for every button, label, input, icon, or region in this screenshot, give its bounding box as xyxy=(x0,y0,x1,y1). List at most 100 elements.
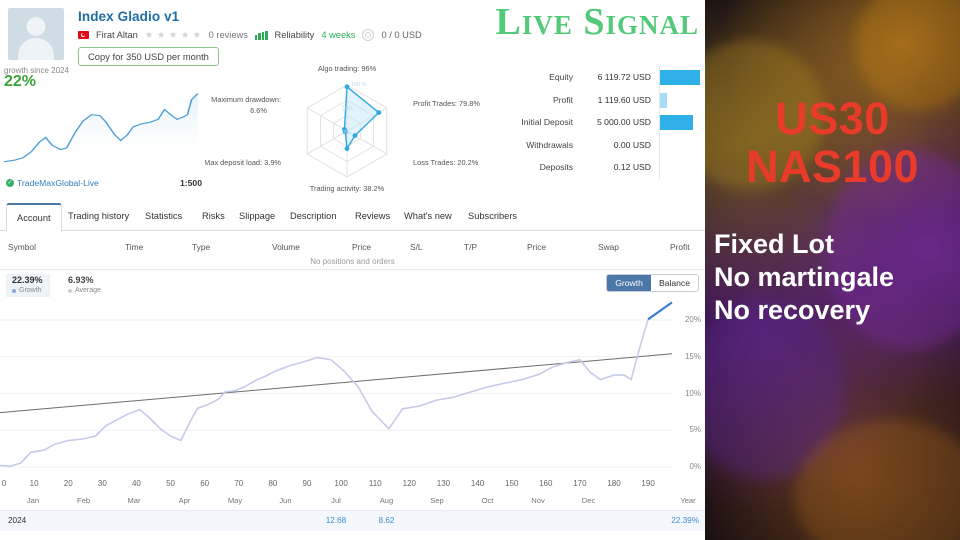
growth-legend: 22.39% Growth 6.93% Average Growth Balan… xyxy=(0,270,705,298)
y-axis-label: 20% xyxy=(684,315,701,325)
rating-stars: ★ ★ ★ ★ ★ xyxy=(144,29,202,41)
chart-month-axis: Jan Feb Mar Apr May Jun Jul Aug Sep Oct Nov Dec Year xyxy=(0,496,705,510)
y-axis-label: 5% xyxy=(689,425,701,435)
radar-chart-widget: 100 % 50% 0% Algo trading: 96% Profit Tr… xyxy=(205,62,490,197)
tab-what-s-new[interactable]: What's new xyxy=(394,204,462,229)
month-label: Feb xyxy=(76,496,91,505)
y-axis-label: 15% xyxy=(684,351,701,361)
x-axis-tick: 140 xyxy=(470,479,485,488)
stat-bar-track xyxy=(659,156,700,179)
reviews-count[interactable]: 0 reviews xyxy=(209,30,248,40)
legend-growth-label: Growth xyxy=(12,286,43,295)
toggle-growth-button[interactable]: Growth xyxy=(607,275,651,291)
column-header[interactable]: Price xyxy=(352,242,371,252)
screenshot-root: Index Gladio v1 Firat Altan ★ ★ ★ ★ ★ 0 … xyxy=(0,0,960,540)
stat-bar-track xyxy=(659,111,700,134)
promo-line-fixed-lot: Fixed Lot xyxy=(714,229,834,259)
column-header[interactable]: Time xyxy=(125,242,143,252)
x-axis-tick: 150 xyxy=(504,479,519,488)
reliability-label: Reliability xyxy=(274,30,315,40)
sparkline-chart xyxy=(4,93,199,164)
tab-account[interactable]: Account xyxy=(6,203,62,233)
stat-bar xyxy=(660,115,693,130)
leverage-label: 1:500 xyxy=(180,178,202,188)
column-header[interactable]: T/P xyxy=(464,242,477,252)
tab-bar: Account Trading history Statistics Risks Sli… xyxy=(0,200,705,233)
stat-row: Deposits 0.12 USD xyxy=(495,156,700,179)
broker-name: ✓ TradeMaxGlobal-Live xyxy=(6,178,99,188)
x-axis-tick: 50 xyxy=(166,479,175,488)
verified-icon: ✓ xyxy=(6,179,14,187)
column-header[interactable]: Type xyxy=(192,242,210,252)
chart-mode-toggle: Growth Balance xyxy=(606,274,699,292)
stat-row: Equity 6 119.72 USD xyxy=(495,66,700,89)
stat-name: Equity xyxy=(549,72,573,83)
x-axis-tick: 160 xyxy=(539,479,553,488)
x-axis-tick: 190 xyxy=(641,479,655,488)
y-axis-label: 0% xyxy=(689,461,701,471)
funds-label: 0 / 0 USD xyxy=(381,30,422,40)
radar-label-max-drawdown: Maximum drawdown: xyxy=(211,95,281,104)
growth-sparkline-widget: growth since 2024 22% ✓ TradeMaxGlobal-L… xyxy=(4,66,202,190)
monthly-returns-row: 2024 22.39% 12.68 8.62 xyxy=(0,510,705,531)
legend-growth[interactable]: 22.39% Growth xyxy=(6,274,50,297)
stat-value: 1 119.60 USD xyxy=(597,94,651,105)
stat-name: Withdrawals xyxy=(526,139,573,150)
stat-bar-track xyxy=(659,88,700,111)
column-header[interactable]: Profit xyxy=(670,242,690,252)
month-label: Nov xyxy=(531,496,545,505)
account-stats-table: Equity 6 119.72 USD Profit 1 119.60 USD Init… xyxy=(495,66,700,190)
monthly-return: 12.68 xyxy=(325,516,347,525)
column-header[interactable]: Volume xyxy=(272,242,300,252)
tab-reviews[interactable]: Reviews xyxy=(345,204,400,229)
x-axis-tick: 110 xyxy=(368,479,382,488)
x-axis-tick: 70 xyxy=(234,479,244,488)
month-label: Apr xyxy=(178,496,191,505)
signal-title: Index Gladio v1 xyxy=(78,9,180,24)
stat-value: 5 000.00 USD xyxy=(597,117,651,128)
weeks-label: 4 weeks xyxy=(321,30,356,40)
month-label: Dec xyxy=(581,496,596,505)
reliability-bars-icon xyxy=(254,30,268,40)
x-axis-tick: 170 xyxy=(573,479,587,488)
chart-x-axis: 0 10 20 30 40 50 60 70 80 90 100 110 120 130 140 150 160… xyxy=(0,478,705,496)
radar-label-algo-trading: Algo trading: 96% xyxy=(318,64,377,73)
x-axis-tick: 60 xyxy=(200,479,210,488)
orders-empty-text: No positions and orders xyxy=(310,257,395,266)
month-label: Year xyxy=(680,496,696,505)
broker-label: TradeMaxGlobal-Live xyxy=(17,178,99,188)
tab-subscribers[interactable]: Subscribers xyxy=(458,204,527,229)
tab-statistics[interactable]: Statistics xyxy=(135,204,192,229)
stat-bar-track xyxy=(659,66,700,89)
x-axis-tick: 120 xyxy=(402,479,417,488)
legend-growth-value: 22.39% xyxy=(12,275,43,285)
author-name[interactable]: Firat Altan xyxy=(96,30,138,40)
promo-line-no-martingale: No martingale xyxy=(714,262,895,292)
column-header[interactable]: Swap xyxy=(598,242,619,252)
tab-slippage[interactable]: Slippage xyxy=(229,204,285,229)
x-axis-tick: 130 xyxy=(436,479,451,488)
radar-label-profit-trades: Profit Trades: 79.8% xyxy=(413,99,480,108)
tab-description[interactable]: Description xyxy=(280,204,347,229)
month-label: Jul xyxy=(331,496,341,505)
month-label: Oct xyxy=(481,496,494,505)
x-axis-tick: 180 xyxy=(607,479,621,488)
month-label: Jan xyxy=(26,496,40,505)
x-axis-tick: 30 xyxy=(97,479,107,488)
x-axis-tick: 100 xyxy=(334,479,348,488)
legend-average[interactable]: 6.93% Average xyxy=(62,274,108,297)
tab-trading-history[interactable]: Trading history xyxy=(58,204,139,229)
orders-table: No positions and orders Symbol Time Type Vo… xyxy=(0,231,705,270)
column-header[interactable]: Price xyxy=(527,242,546,252)
x-axis-tick: 0 xyxy=(1,479,7,488)
toggle-balance-button[interactable]: Balance xyxy=(650,275,698,291)
avatar xyxy=(8,8,64,60)
broker-row: ✓ TradeMaxGlobal-Live 1:500 xyxy=(6,178,202,188)
column-header[interactable]: Symbol xyxy=(8,242,36,252)
column-header[interactable]: S/L xyxy=(410,242,423,252)
radar-chart: 100 % 50% 0% Algo trading: 96% Profit Tr… xyxy=(205,64,480,193)
growth-chart-svg xyxy=(0,301,673,468)
promo-line-us30: US30 xyxy=(775,93,890,144)
signal-page: Index Gladio v1 Firat Altan ★ ★ ★ ★ ★ 0 … xyxy=(0,0,705,540)
promo-line-nas100: NAS100 xyxy=(745,141,920,192)
